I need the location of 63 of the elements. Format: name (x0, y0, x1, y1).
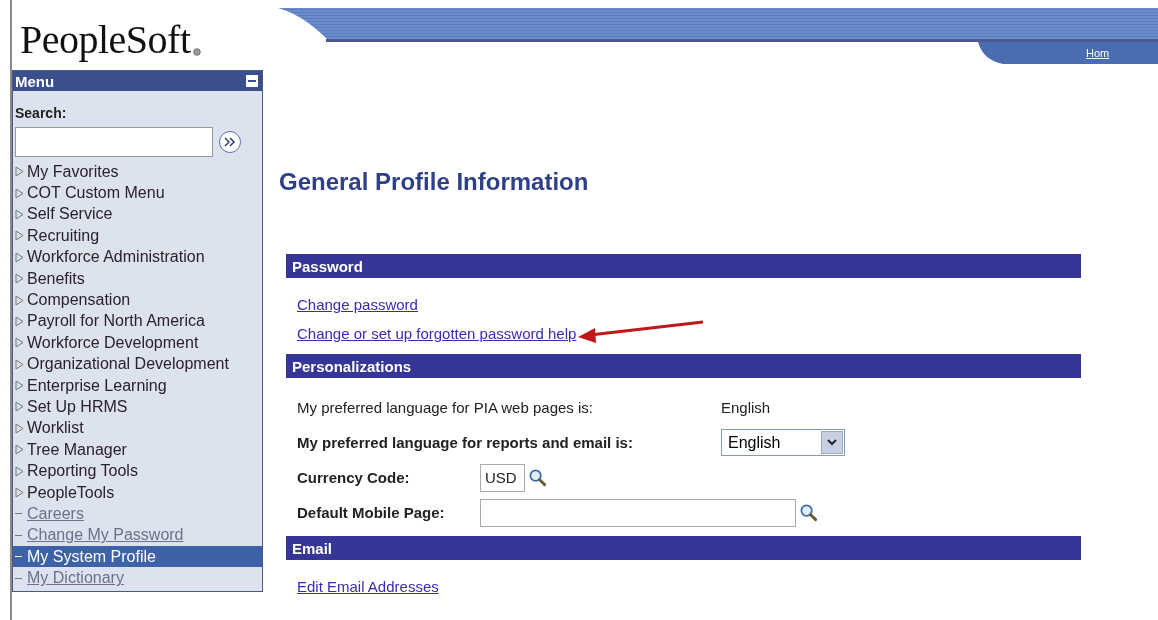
menu-item[interactable]: Enterprise Learning (13, 374, 262, 397)
menu-item[interactable]: Payroll for North America (13, 310, 262, 333)
field-value: English (721, 399, 771, 416)
trademark-icon (192, 48, 201, 56)
triangle-icon (15, 401, 24, 413)
search-label: Search: (14, 104, 68, 123)
section-header: Password (286, 254, 1081, 278)
search-icon[interactable] (528, 468, 547, 487)
field-label: My preferred language for PIA web pages is: (297, 398, 593, 416)
menu-item[interactable]: Self Service (13, 203, 262, 226)
logo: PeopleSoft (20, 20, 191, 60)
caret-icon (821, 431, 843, 454)
triangle-icon (15, 380, 24, 392)
field-label: Currency Code: (297, 468, 410, 486)
menu-item[interactable]: Reporting Tools (13, 460, 262, 482)
menu-item[interactable]: Compensation (13, 289, 262, 311)
input-field[interactable] (480, 498, 796, 527)
triangle-icon (15, 294, 24, 306)
menu-item[interactable]: Workforce Administration (13, 246, 262, 268)
menu-item[interactable]: PeopleTools (13, 481, 262, 504)
go-button[interactable] (219, 131, 241, 153)
link[interactable]: Edit Email Addresses (297, 578, 439, 595)
menu-item[interactable]: Careers (13, 503, 262, 525)
triangle-icon (15, 315, 24, 327)
section-header: Email (286, 536, 1081, 560)
menu-item[interactable]: Benefits (13, 267, 262, 290)
menu-item[interactable]: Worklist (13, 417, 262, 440)
input-field[interactable]: USD (480, 463, 525, 492)
menu-item[interactable]: Workforce Development (13, 332, 262, 354)
menu-item[interactable]: My Dictionary (13, 567, 262, 589)
link[interactable]: Change or set up forgotten password help (297, 325, 577, 342)
menu-item[interactable]: Recruiting (13, 225, 262, 247)
triangle-icon (15, 487, 24, 499)
field-label: My preferred language for reports and email is: (297, 433, 633, 451)
triangle-icon (15, 337, 24, 349)
triangle-icon (15, 208, 24, 220)
triangle-icon (15, 444, 24, 456)
menu-item[interactable]: COT Custom Menu (13, 182, 262, 204)
menu-item[interactable]: Set Up HRMS (13, 396, 262, 418)
triangle-icon (15, 230, 24, 242)
chevrons-icon (224, 137, 236, 147)
triangle-icon (15, 187, 24, 199)
triangle-icon (15, 358, 24, 370)
section-header: Personalizations (286, 354, 1081, 378)
search-icon[interactable] (799, 503, 818, 522)
triangle-icon (15, 273, 24, 285)
menu-item[interactable]: My Favorites (13, 161, 262, 183)
menu-item[interactable]: My System Profile (13, 546, 262, 568)
collapse-button[interactable] (246, 75, 258, 87)
menu-item[interactable]: Tree Manager (13, 439, 262, 461)
triangle-icon (15, 422, 24, 434)
search-field[interactable] (15, 127, 213, 157)
field-label: Default Mobile Page: (297, 503, 445, 521)
link[interactable]: Change password (297, 296, 418, 313)
triangle-icon (15, 251, 24, 263)
language-select[interactable]: English (721, 429, 845, 456)
menu-item[interactable]: Organizational Development (13, 353, 262, 375)
triangle-icon (15, 465, 24, 477)
menu-item[interactable]: Change My Password (13, 524, 262, 547)
menu-title: Menu (15, 72, 55, 90)
page-title: General Profile Information (279, 168, 590, 197)
home-link[interactable]: Hom (1086, 47, 1110, 59)
triangle-icon (15, 166, 24, 178)
